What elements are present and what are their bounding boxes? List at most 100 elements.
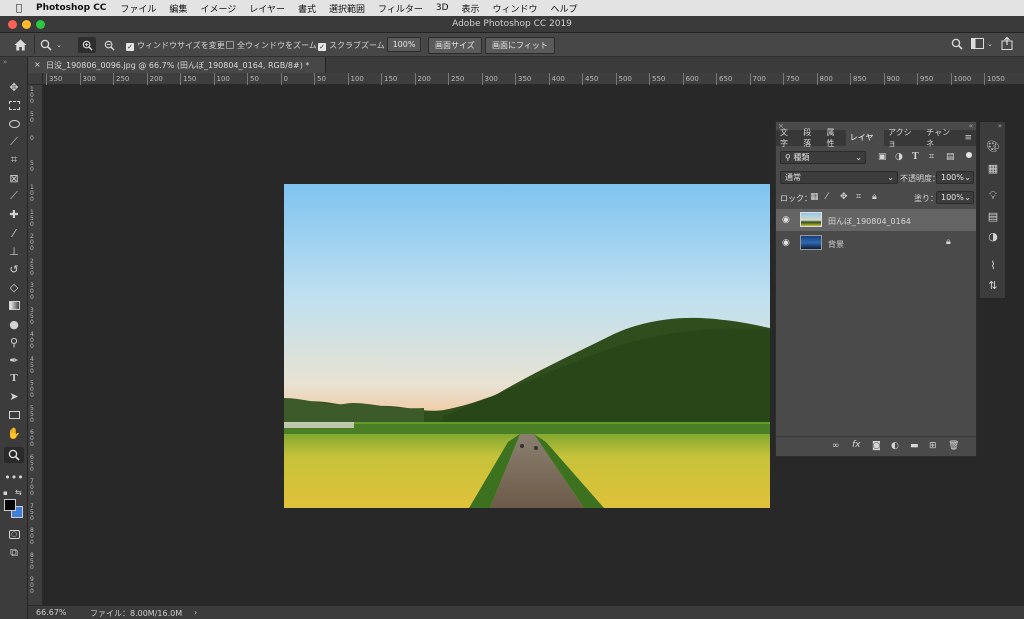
default-colors-icon[interactable]: ▪ xyxy=(3,489,8,497)
lasso-tool[interactable] xyxy=(4,116,24,132)
tab-paragraph[interactable]: 段落 xyxy=(799,127,822,149)
dodge-tool[interactable]: ⚲ xyxy=(4,334,24,350)
close-tab-button[interactable]: × xyxy=(34,60,41,69)
crop-tool[interactable]: ⌗ xyxy=(4,152,24,168)
canvas-image[interactable] xyxy=(284,184,770,508)
scrubby-zoom-option[interactable]: ✓ スクラブズーム xyxy=(318,40,385,51)
path-selection-tool[interactable]: ➤ xyxy=(4,388,24,404)
trash-icon[interactable]: 🗑︎ xyxy=(948,441,959,451)
mask-icon[interactable]: ◙ xyxy=(872,441,881,451)
lock-artboard-icon[interactable]: ⌗ xyxy=(856,192,861,202)
history-panel-button[interactable]: ⇅ xyxy=(984,277,1002,293)
type-tool[interactable]: T xyxy=(4,370,24,386)
filter-smart-object-icon[interactable]: ▤ xyxy=(946,152,955,162)
layer-row[interactable]: ◉ 田んぼ_190804_0164 xyxy=(776,209,976,231)
workspace-switcher[interactable]: ⌄ xyxy=(971,38,993,49)
layer-filter-dropdown[interactable]: ⚲ 種類 ⌄ xyxy=(780,151,866,164)
filter-pixel-icon[interactable]: ▣ xyxy=(878,152,887,162)
swatches-panel-button[interactable]: ▦ xyxy=(984,160,1002,176)
pen-tool[interactable]: ✒ xyxy=(4,352,24,368)
move-tool[interactable]: ✥ xyxy=(4,79,24,95)
filter-type-icon[interactable]: T xyxy=(912,151,919,162)
zoom-tool-preset-button[interactable]: ⌄ xyxy=(40,37,70,53)
eraser-tool[interactable]: ◇ xyxy=(4,279,24,295)
new-layer-icon[interactable]: ⊞ xyxy=(929,441,937,451)
zoom-level[interactable]: 66.67% xyxy=(36,608,67,617)
menu-edit[interactable]: 編集 xyxy=(169,2,187,15)
healing-brush-tool[interactable]: ✚ xyxy=(4,206,24,222)
quick-select-tool[interactable]: ⟋ xyxy=(4,134,24,150)
blend-mode-dropdown[interactable]: 通常 ⌄ xyxy=(780,171,898,184)
fill-field[interactable]: 100% ⌄ xyxy=(936,191,974,204)
all-windows-option[interactable]: 全ウィンドウをズーム xyxy=(226,40,317,51)
paths-panel-button[interactable]: ⌇ xyxy=(984,257,1002,273)
lock-position-icon[interactable]: ✥ xyxy=(840,192,848,202)
expand-dock-icon[interactable]: » xyxy=(998,122,1002,130)
menu-file[interactable]: ファイル xyxy=(120,2,156,15)
tab-channels[interactable]: チャンネ xyxy=(922,127,960,149)
visibility-eye-icon[interactable]: ◉ xyxy=(782,215,792,225)
search-button[interactable] xyxy=(951,38,963,52)
tab-layers[interactable]: レイヤー xyxy=(845,130,885,158)
home-button[interactable] xyxy=(10,36,30,53)
edit-toolbar-button[interactable]: ••• xyxy=(4,469,24,485)
link-icon[interactable]: ∞ xyxy=(832,441,840,451)
tab-actions[interactable]: アクショ xyxy=(884,127,922,149)
folder-icon[interactable]: ▬ xyxy=(910,441,919,451)
menu-view[interactable]: 表示 xyxy=(462,2,480,15)
menu-help[interactable]: ヘルプ xyxy=(551,2,578,15)
lock-transparent-icon[interactable]: ▦ xyxy=(810,192,819,202)
gradient-tool[interactable] xyxy=(4,297,24,313)
lock-image-icon[interactable]: ⁄ xyxy=(826,192,828,202)
libraries-panel-button[interactable]: ▤ xyxy=(984,208,1002,224)
hand-tool[interactable]: ✋ xyxy=(4,425,24,441)
collapse-toolbar-icon[interactable]: » xyxy=(0,58,27,66)
blur-tool[interactable]: ● xyxy=(4,316,24,332)
layer-row[interactable]: ◉ 背景 🔒︎ xyxy=(776,232,976,254)
brush-tool[interactable]: ⁄ xyxy=(4,225,24,241)
apple-icon[interactable]:  xyxy=(12,3,26,14)
collapse-panel-icon[interactable]: « xyxy=(969,122,973,130)
filter-adjustment-icon[interactable]: ◑ xyxy=(895,152,903,162)
filter-toggle-icon[interactable] xyxy=(966,152,972,158)
panel-menu-icon[interactable]: ≡ xyxy=(960,133,976,143)
frame-tool[interactable]: ⊠ xyxy=(4,170,24,186)
menu-type[interactable]: 書式 xyxy=(298,2,316,15)
menu-filter[interactable]: フィルター xyxy=(378,2,423,15)
swap-colors-icon[interactable]: ⇆ xyxy=(15,488,22,497)
adjustments-panel-button[interactable]: ◑ xyxy=(984,228,1002,244)
history-brush-tool[interactable]: ↺ xyxy=(4,261,24,277)
menu-window[interactable]: ウィンドウ xyxy=(493,2,538,15)
color-panel-button[interactable]: 🎨︎ xyxy=(984,138,1002,154)
marquee-tool[interactable] xyxy=(4,97,24,113)
menu-image[interactable]: イメージ xyxy=(200,2,236,15)
document-tab[interactable]: × 日没_190806_0096.jpg @ 66.7% (田んぼ_190804… xyxy=(28,57,326,73)
zoom-percent-field[interactable]: 100% xyxy=(387,37,421,52)
scrubby-zoom-checkbox[interactable]: ✓ xyxy=(318,43,326,51)
menu-layer[interactable]: レイヤー xyxy=(249,2,285,15)
quick-mask-button[interactable]: ○ xyxy=(4,526,24,542)
app-menu[interactable]: Photoshop CC xyxy=(36,3,106,13)
tab-properties[interactable]: 属性 xyxy=(823,127,846,149)
menu-select[interactable]: 選択範囲 xyxy=(329,2,365,15)
clone-stamp-tool[interactable]: ⊥ xyxy=(4,243,24,259)
fill-screen-button[interactable]: 画面にフィット xyxy=(485,37,555,54)
eyedropper-tool[interactable]: ⟋ xyxy=(4,188,24,204)
fit-screen-button[interactable]: 画面サイズ xyxy=(428,37,482,54)
rectangle-tool[interactable] xyxy=(4,407,24,423)
all-windows-checkbox[interactable] xyxy=(226,41,234,49)
filter-shape-icon[interactable]: ⌗ xyxy=(929,152,934,162)
tab-character[interactable]: 文字 xyxy=(776,127,799,149)
visibility-eye-icon[interactable]: ◉ xyxy=(782,238,792,248)
zoom-out-button[interactable] xyxy=(100,37,118,53)
share-button[interactable] xyxy=(1001,36,1013,52)
foreground-color-swatch[interactable] xyxy=(4,499,16,511)
menu-3d[interactable]: 3D xyxy=(436,3,449,13)
adjustment-icon[interactable]: ◐ xyxy=(891,441,899,451)
opacity-field[interactable]: 100% ⌄ xyxy=(936,171,974,184)
ruler-origin[interactable] xyxy=(28,73,43,85)
resize-windows-option[interactable]: ✓ ウィンドウサイズを変更 xyxy=(126,40,225,51)
zoom-tool[interactable] xyxy=(4,447,24,463)
screen-mode-button[interactable]: ⧉ xyxy=(4,545,24,561)
learn-panel-button[interactable]: 💡︎ xyxy=(984,188,1002,204)
